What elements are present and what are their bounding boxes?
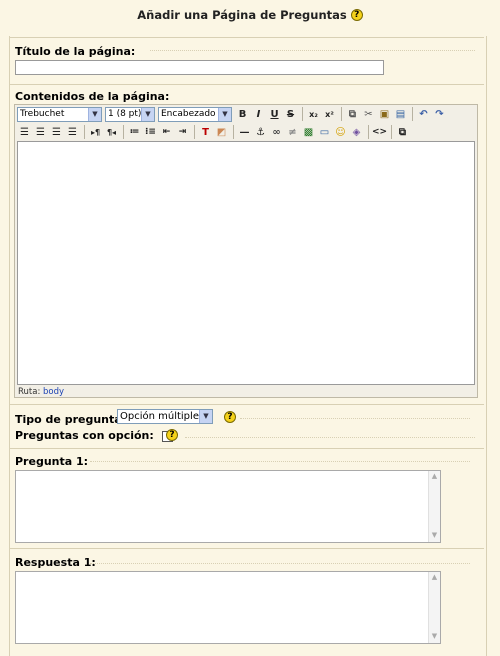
chevron-down-icon: ▼ — [141, 107, 154, 121]
chevron-down-icon: ▼ — [218, 107, 231, 121]
toolbar-separator — [412, 107, 413, 121]
question-type-select[interactable]: Opción múltiple ▼ — [117, 409, 213, 424]
superscript-icon[interactable]: x² — [322, 107, 337, 122]
scroll-up-icon[interactable]: ▲ — [429, 472, 440, 482]
scroll-up-icon[interactable]: ▲ — [429, 573, 440, 583]
font-size-select[interactable]: 1 (8 pt) ▼ — [105, 106, 155, 122]
page-header: Añadir una Página de Preguntas ? — [0, 0, 500, 30]
scroll-down-icon[interactable]: ▼ — [429, 632, 440, 642]
toolbar-separator — [84, 125, 85, 139]
editor-toolbar-row-1: Trebuchet ▼ 1 (8 pt) ▼ Encabezado 1 ▼ B … — [17, 105, 448, 123]
question1-textarea[interactable]: ▲ ▼ — [15, 470, 441, 543]
font-family-value: Trebuchet — [20, 108, 65, 119]
link-icon[interactable]: ∞ — [269, 125, 284, 140]
image-icon[interactable]: ▩ — [301, 125, 316, 140]
cut-icon[interactable]: ✂ — [361, 107, 376, 122]
unlink-icon[interactable]: ≠ — [285, 125, 300, 140]
outdent-icon[interactable]: ⇤ — [159, 125, 174, 140]
ltr-icon[interactable]: ▸¶ — [88, 125, 103, 140]
align-center-icon[interactable]: ☰ — [33, 125, 48, 140]
answer1-section: Respuesta 1: ▲ ▼ — [10, 548, 484, 652]
italic-icon[interactable]: I — [251, 107, 266, 122]
scrollbar[interactable]: ▲ ▼ — [428, 471, 440, 542]
bold-icon[interactable]: B — [235, 107, 250, 122]
question-type-label: Tipo de pregunta: — [15, 413, 127, 426]
path-body-link[interactable]: body — [43, 387, 64, 397]
answer1-label: Respuesta 1: — [15, 556, 96, 569]
justify-icon[interactable]: ☰ — [65, 125, 80, 140]
toolbar-separator — [391, 125, 392, 139]
question1-label: Pregunta 1: — [15, 455, 89, 468]
table-icon[interactable]: ▭ — [317, 125, 332, 140]
heading-select[interactable]: Encabezado 1 ▼ — [158, 106, 232, 122]
path-label: Ruta: — [18, 387, 41, 397]
strikethrough-icon[interactable]: S — [283, 107, 298, 122]
answer1-textarea[interactable]: ▲ ▼ — [15, 571, 441, 644]
scroll-down-icon[interactable]: ▼ — [429, 531, 440, 541]
align-right-icon[interactable]: ☰ — [49, 125, 64, 140]
toolbar-separator — [368, 125, 369, 139]
contents-label: Contenidos de la página: — [15, 90, 170, 103]
rtl-icon[interactable]: ¶◂ — [104, 125, 119, 140]
page-title-input[interactable] — [15, 60, 384, 75]
heading-value: Encabezado 1 — [161, 108, 225, 119]
text-color-icon[interactable]: T — [198, 125, 213, 140]
special-char-icon[interactable]: ◈ — [349, 125, 364, 140]
scrollbar[interactable]: ▲ ▼ — [428, 572, 440, 643]
page-title-section: Título de la página: — [10, 37, 484, 88]
help-icon[interactable]: ? — [224, 411, 236, 423]
paste-word-icon[interactable]: ▤ — [393, 107, 408, 122]
indent-icon[interactable]: ⇥ — [175, 125, 190, 140]
toolbar-separator — [302, 107, 303, 121]
horizontal-rule-icon[interactable]: — — [237, 125, 252, 140]
html-source-icon[interactable]: <> — [372, 125, 387, 140]
anchor-icon[interactable]: ⚓ — [253, 125, 268, 140]
question-type-section: Tipo de pregunta: Opción múltiple ▼ ? Pr… — [10, 404, 484, 449]
chevron-down-icon: ▼ — [88, 107, 101, 121]
with-option-label: Preguntas con opción: — [15, 429, 173, 442]
unordered-list-icon[interactable]: ⁝≡ — [143, 125, 158, 140]
ordered-list-icon[interactable]: ≔ — [127, 125, 142, 140]
page-title-label: Título de la página: — [15, 45, 136, 58]
copy-icon[interactable]: ⧉ — [345, 107, 360, 122]
underline-icon[interactable]: U — [267, 107, 282, 122]
align-left-icon[interactable]: ☰ — [17, 125, 32, 140]
question-type-value: Opción múltiple — [120, 411, 199, 422]
background-color-icon[interactable]: ◩ — [214, 125, 229, 140]
toolbar-separator — [233, 125, 234, 139]
html-editor: Trebuchet ▼ 1 (8 pt) ▼ Encabezado 1 ▼ B … — [14, 104, 478, 398]
question1-section: Pregunta 1: ▲ ▼ — [10, 448, 484, 549]
editor-content-area[interactable] — [17, 141, 475, 385]
chevron-down-icon: ▼ — [199, 410, 212, 423]
editor-toolbar-row-2: ☰ ☰ ☰ ☰ ▸¶ ¶◂ ≔ ⁝≡ ⇤ ⇥ T ◩ — ⚓ ∞ ≠ ▩ ▭ ☺… — [17, 123, 411, 141]
font-family-select[interactable]: Trebuchet ▼ — [17, 106, 102, 122]
toolbar-separator — [123, 125, 124, 139]
font-size-value: 1 (8 pt) — [108, 108, 142, 119]
page-title: Añadir una Página de Preguntas — [137, 8, 347, 22]
paste-icon[interactable]: ▣ — [377, 107, 392, 122]
smiley-icon[interactable]: ☺ — [333, 125, 348, 140]
subscript-icon[interactable]: x₂ — [306, 107, 321, 122]
fullscreen-icon[interactable]: ⧉ — [395, 125, 410, 140]
with-option-text: Preguntas con opción: — [15, 429, 154, 442]
redo-icon[interactable]: ↷ — [432, 107, 447, 122]
undo-icon[interactable]: ↶ — [416, 107, 431, 122]
help-icon[interactable]: ? — [166, 429, 178, 441]
toolbar-separator — [341, 107, 342, 121]
help-icon[interactable]: ? — [350, 9, 363, 21]
editor-path-bar: Ruta: body — [18, 387, 64, 397]
toolbar-separator — [194, 125, 195, 139]
